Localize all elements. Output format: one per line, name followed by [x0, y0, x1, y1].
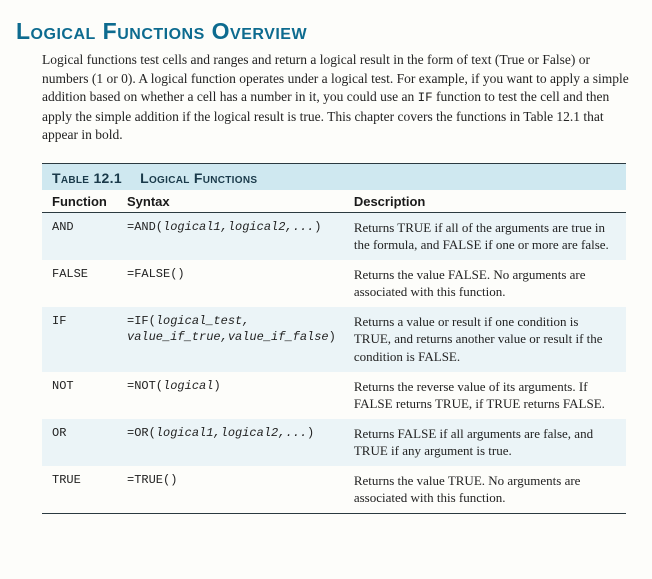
col-header-function: Function [42, 190, 117, 213]
cell-syntax: =FALSE() [117, 260, 344, 307]
cell-syntax: =TRUE() [117, 466, 344, 514]
table-row: TRUE =TRUE() Returns the value TRUE. No … [42, 466, 626, 514]
cell-description: Returns a value or result if one conditi… [344, 307, 626, 372]
syntax-args: logical_test, value_if_true,value_if_fal… [127, 314, 329, 344]
table-row: IF =IF(logical_test, value_if_true,value… [42, 307, 626, 372]
cell-description: Returns the value FALSE. No arguments ar… [344, 260, 626, 307]
table-row: AND =AND(logical1,logical2,...) Returns … [42, 212, 626, 260]
cell-function: OR [42, 419, 117, 466]
intro-paragraph: Logical functions test cells and ranges … [42, 51, 630, 145]
logical-functions-table: Function Syntax Description AND =AND(log… [42, 190, 626, 514]
table-caption-label: Table 12.1 [52, 170, 122, 186]
cell-description: Returns TRUE if all of the arguments are… [344, 212, 626, 260]
cell-description: Returns the value TRUE. No arguments are… [344, 466, 626, 514]
syntax-prefix: =OR( [127, 426, 156, 440]
syntax-args: logical1,logical2,... [163, 220, 314, 234]
table-header-row: Function Syntax Description [42, 190, 626, 213]
table-row: FALSE =FALSE() Returns the value FALSE. … [42, 260, 626, 307]
cell-syntax: =IF(logical_test, value_if_true,value_if… [117, 307, 344, 372]
syntax-suffix: ) [213, 379, 220, 393]
cell-function: NOT [42, 372, 117, 419]
syntax-prefix: =FALSE() [127, 267, 185, 281]
syntax-suffix: ) [314, 220, 321, 234]
syntax-prefix: =AND( [127, 220, 163, 234]
col-header-description: Description [344, 190, 626, 213]
table-row: NOT =NOT(logical) Returns the reverse va… [42, 372, 626, 419]
syntax-suffix: ) [307, 426, 314, 440]
cell-function: IF [42, 307, 117, 372]
table-container: Table 12.1 Logical Functions Function Sy… [42, 163, 626, 514]
table-caption: Table 12.1 Logical Functions [42, 163, 626, 190]
syntax-suffix: ) [329, 330, 336, 344]
syntax-prefix: =IF( [127, 314, 156, 328]
col-header-syntax: Syntax [117, 190, 344, 213]
section-heading: Logical Functions Overview [16, 18, 630, 45]
table-caption-text: Logical Functions [140, 170, 257, 186]
inline-code-if: IF [418, 91, 433, 105]
table-row: OR =OR(logical1,logical2,...) Returns FA… [42, 419, 626, 466]
page: Logical Functions Overview Logical funct… [0, 0, 652, 532]
cell-description: Returns the reverse value of its argumen… [344, 372, 626, 419]
syntax-prefix: =TRUE() [127, 473, 177, 487]
syntax-args: logical [163, 379, 213, 393]
cell-syntax: =NOT(logical) [117, 372, 344, 419]
cell-description: Returns FALSE if all arguments are false… [344, 419, 626, 466]
syntax-args: logical1,logical2,... [156, 426, 307, 440]
cell-syntax: =OR(logical1,logical2,...) [117, 419, 344, 466]
syntax-prefix: =NOT( [127, 379, 163, 393]
cell-function: TRUE [42, 466, 117, 514]
cell-function: AND [42, 212, 117, 260]
cell-function: FALSE [42, 260, 117, 307]
cell-syntax: =AND(logical1,logical2,...) [117, 212, 344, 260]
